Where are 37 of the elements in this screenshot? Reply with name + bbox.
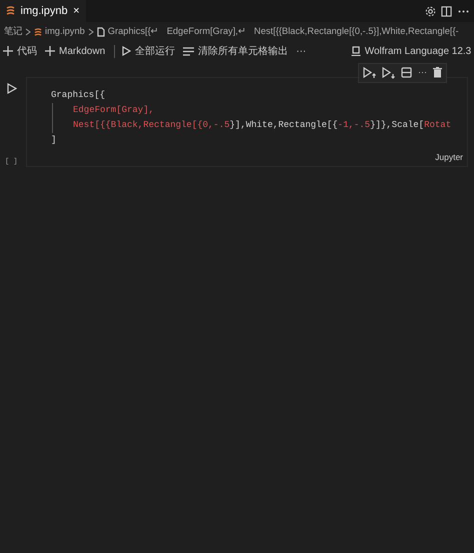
- settings-icon[interactable]: [424, 6, 436, 16]
- add-cell-button[interactable]: Markdown: [42, 44, 108, 58]
- split-cell-icon[interactable]: [401, 67, 412, 78]
- run-icon: [122, 46, 132, 56]
- close-icon[interactable]: ×: [73, 2, 80, 20]
- plus-icon: [3, 46, 13, 56]
- split-editor-icon[interactable]: [441, 6, 452, 16]
- notebook-icon: [6, 6, 15, 16]
- code-line: Nest[{{Black,Rectangle[{0,-.5}],White,Rectangle[{-1,-.5}]},Scale[Rotat: [73, 119, 452, 132]
- breadcrumb-item[interactable]: EdgeForm[Gray],↵: [166, 25, 246, 39]
- more-button[interactable]: ···: [293, 44, 310, 58]
- plus-icon: [45, 46, 55, 56]
- more-icon[interactable]: [458, 10, 468, 12]
- run-icon[interactable]: [7, 83, 17, 94]
- run-above-icon[interactable]: [363, 66, 376, 79]
- more-icon[interactable]: ···: [418, 66, 427, 80]
- run-all-button[interactable]: 全部运行: [119, 44, 178, 58]
- tab-title[interactable]: img.ipynb: [20, 2, 68, 20]
- clear-outputs-button[interactable]: 清除所有单元格输出: [180, 44, 292, 58]
- kernel-button[interactable]: Wolfram Language 12.3: [348, 44, 474, 58]
- code-line: Graphics[{: [51, 89, 106, 102]
- kernel-language-label[interactable]: Jupyter: [435, 151, 463, 164]
- breadcrumb-item[interactable]: img.ipynb: [45, 25, 85, 39]
- code-line: EdgeForm[Gray],: [73, 104, 154, 117]
- clear-icon: [183, 46, 194, 56]
- kernel-icon: [350, 46, 361, 56]
- delete-icon[interactable]: [433, 67, 442, 78]
- breadcrumb-item[interactable]: 笔记: [4, 25, 22, 39]
- breadcrumb-item[interactable]: Nest[{{Black,Rectangle[{0,-.5}],White,Rectangle[{-: [254, 25, 459, 39]
- chevron-icon: [88, 28, 94, 36]
- chevron-icon: [25, 28, 31, 36]
- notebook-icon: [34, 28, 42, 36]
- code-line: ]: [51, 134, 56, 147]
- run-below-icon[interactable]: [382, 66, 395, 79]
- file-icon: [96, 27, 105, 37]
- breadcrumb-item[interactable]: Graphics[{↵: [108, 25, 159, 39]
- add-cell-button[interactable]: 代码: [0, 44, 40, 58]
